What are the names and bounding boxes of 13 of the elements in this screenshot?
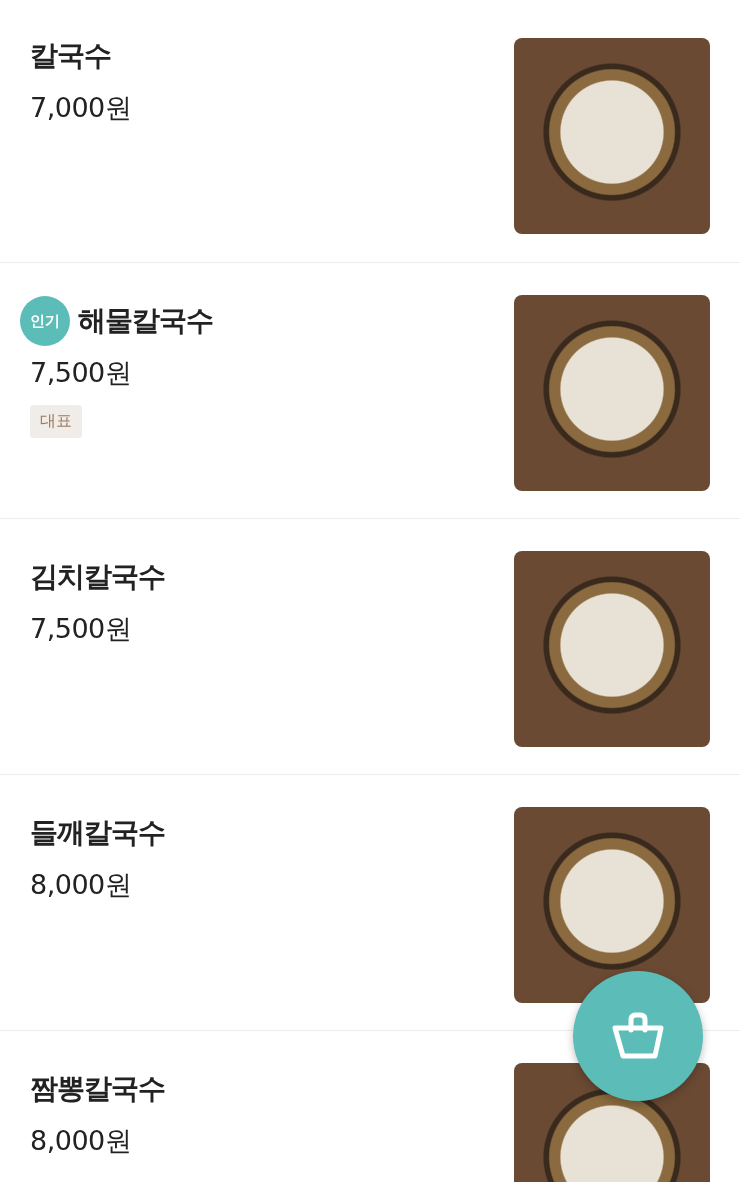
menu-item-price: 7,000원 [30, 91, 132, 125]
popular-badge: 인기 [22, 298, 68, 344]
menu-item-name[interactable]: 짬뽕칼국수 [30, 1070, 165, 1108]
menu-item-price: 8,000원 [30, 1124, 133, 1158]
menu-item-name[interactable]: 김치칼국수 [30, 558, 165, 596]
menu-item-price: 7,500원 [30, 612, 133, 646]
menu-tag: 대표 [30, 405, 82, 438]
menu-item-price: 7,500원 [30, 356, 133, 390]
menu-item-price: 8,000원 [30, 868, 133, 902]
menu-item-name[interactable]: 칼국수 [30, 37, 111, 75]
basket-icon [611, 1012, 665, 1060]
menu-item-name[interactable]: 해물칼국수 [78, 302, 213, 340]
menu-item-name[interactable]: 들깨칼국수 [30, 814, 165, 852]
